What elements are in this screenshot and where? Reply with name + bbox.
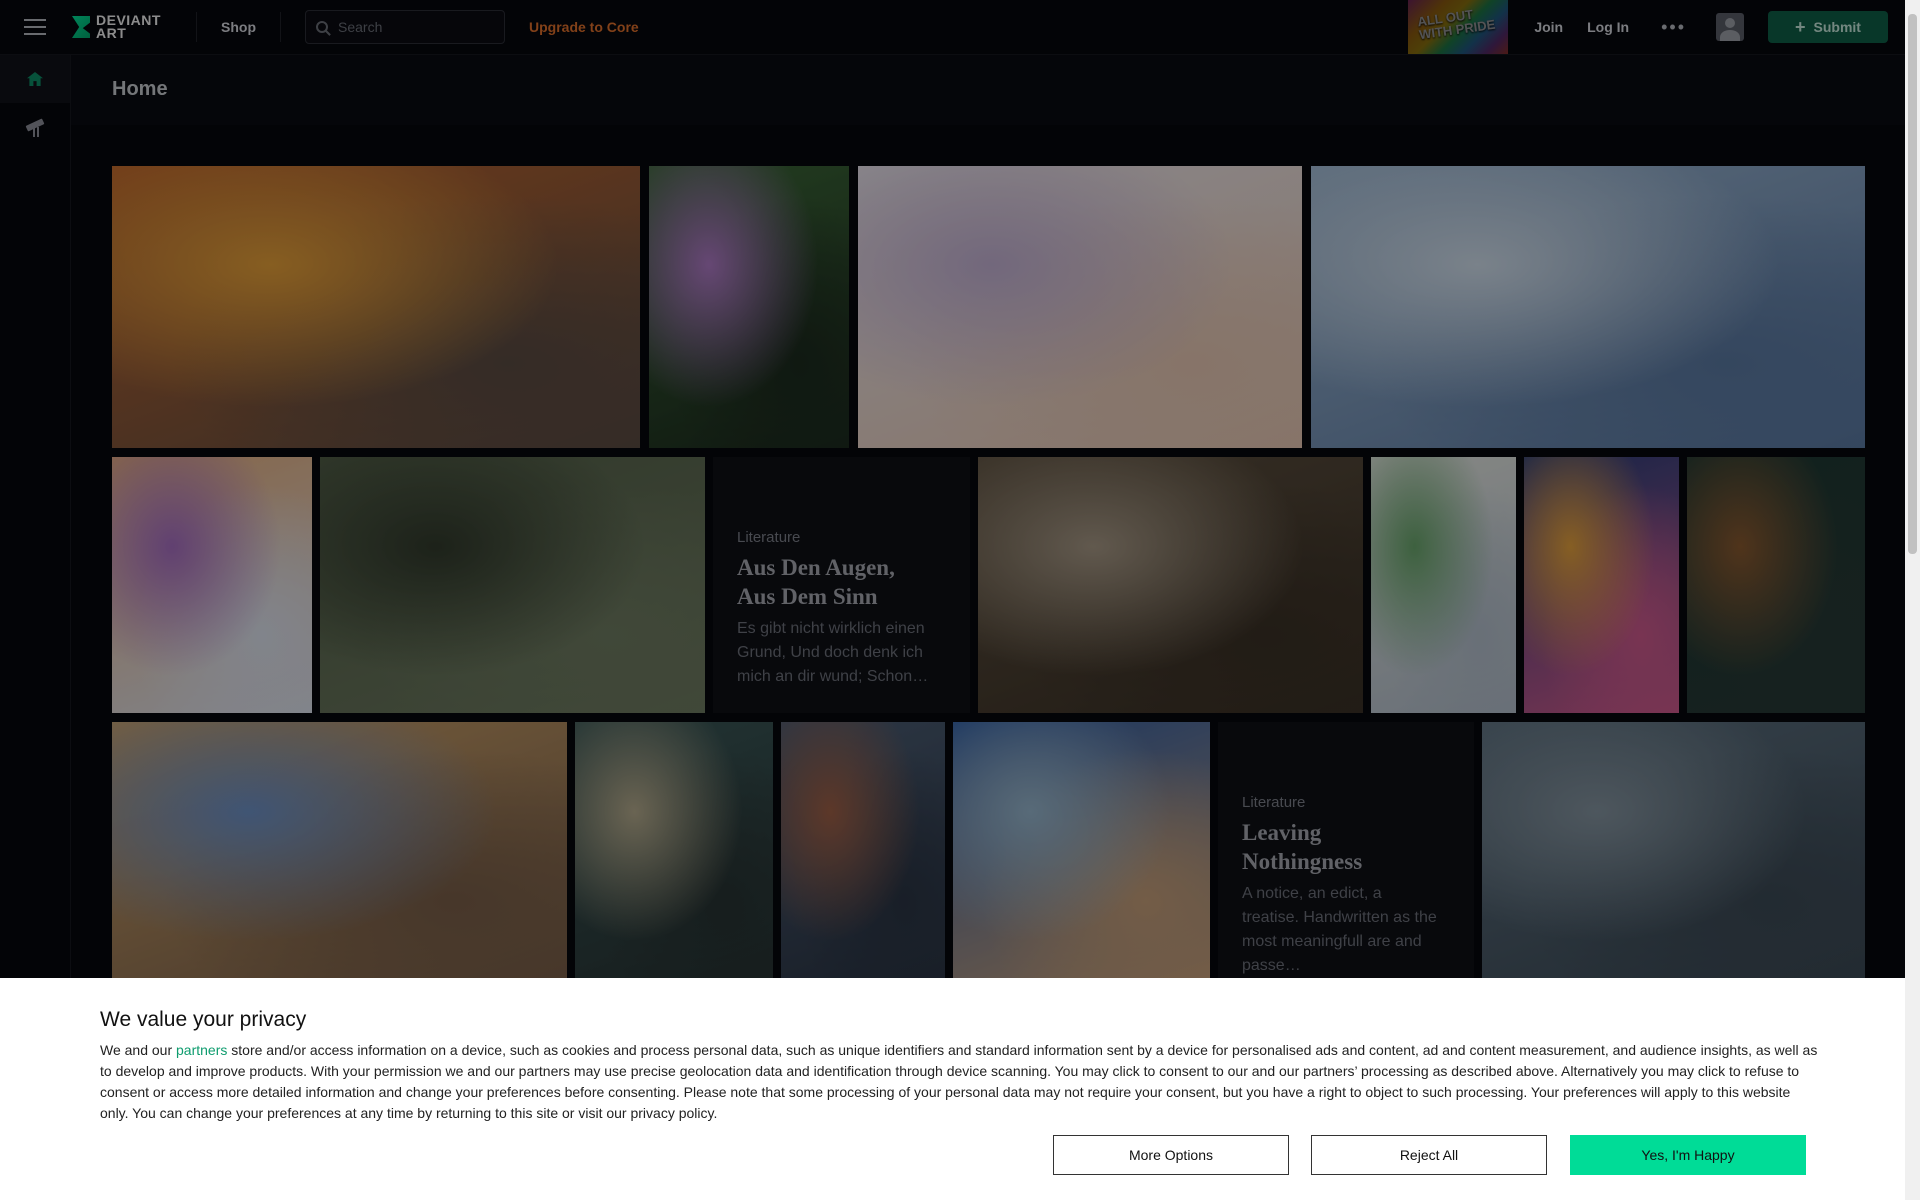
avatar-placeholder[interactable] (1716, 13, 1744, 41)
artwork-tile[interactable] (1524, 457, 1679, 713)
literature-card[interactable]: Literature Aus Den Augen, Aus Dem Sinn E… (713, 457, 970, 713)
accept-button[interactable]: Yes, I'm Happy (1570, 1135, 1806, 1175)
artwork-tile[interactable] (1482, 722, 1865, 978)
more-options-icon[interactable]: ••• (1641, 17, 1706, 38)
telescope-icon (24, 118, 46, 137)
literature-title: Aus Den Augen, Aus Dem Sinn (737, 555, 895, 609)
promo-text: ALL OUT WITH PRIDE (1416, 5, 1496, 43)
page-header: Home (71, 55, 1905, 125)
page-scrollbar[interactable] (1905, 0, 1920, 1200)
hamburger-icon (24, 26, 46, 28)
pride-promo-banner[interactable]: ALL OUT WITH PRIDE (1408, 0, 1508, 54)
menu-button[interactable] (0, 0, 70, 54)
artwork-tile[interactable] (1371, 457, 1516, 713)
literature-excerpt: Es gibt nicht wirklich einen Grund, Und … (737, 620, 929, 685)
page-title: Home (112, 78, 168, 100)
submit-label: Submit (1813, 19, 1861, 35)
artwork-tile[interactable] (320, 457, 705, 713)
literature-excerpt: A notice, an edict, a treatise. Handwrit… (1242, 885, 1437, 974)
join-link[interactable]: Join (1522, 19, 1575, 35)
literature-card[interactable]: Literature Leaving Nothingness A notice,… (1218, 722, 1474, 978)
search-box[interactable] (305, 10, 505, 44)
artwork-tile[interactable] (112, 457, 312, 713)
literature-category: Literature (737, 529, 801, 546)
partners-link[interactable]: partners (176, 1042, 227, 1058)
artwork-tile[interactable] (112, 722, 567, 978)
artwork-tile[interactable] (1687, 457, 1865, 713)
shop-link[interactable]: Shop (211, 19, 266, 35)
artwork-tile[interactable] (1311, 166, 1865, 448)
literature-title: Leaving Nothingness (1242, 820, 1363, 874)
search-input[interactable] (336, 18, 490, 36)
login-link[interactable]: Log In (1575, 19, 1641, 35)
scrollbar-thumb[interactable] (1908, 14, 1917, 554)
artwork-tile[interactable] (649, 166, 849, 448)
header-actions: Join Log In ••• + Submit (1522, 0, 1888, 54)
search-icon (316, 21, 328, 33)
home-icon (27, 72, 43, 86)
artwork-tile[interactable] (112, 166, 640, 448)
header-divider (196, 12, 197, 42)
logo-text: DEVIANT ART (96, 13, 161, 41)
header-divider (280, 12, 281, 42)
artwork-tile[interactable] (978, 457, 1363, 713)
upgrade-to-core-link[interactable]: Upgrade to Core (529, 19, 639, 35)
more-options-button[interactable]: More Options (1053, 1135, 1289, 1175)
artwork-tile[interactable] (575, 722, 773, 978)
submit-button[interactable]: + Submit (1768, 11, 1888, 43)
consent-text-start: We and our (100, 1042, 177, 1058)
consent-heading: We value your privacy (100, 1008, 307, 1031)
plus-icon: + (1795, 17, 1806, 37)
artwork-tile[interactable] (781, 722, 945, 978)
deviantart-logo[interactable]: DEVIANT ART (72, 13, 182, 41)
sidebar-item-discover[interactable] (0, 103, 70, 151)
deviantart-logo-icon (72, 16, 90, 38)
sidebar-item-home[interactable] (0, 55, 70, 103)
literature-category: Literature (1242, 794, 1306, 811)
reject-all-button[interactable]: Reject All (1311, 1135, 1547, 1175)
artwork-tile[interactable] (953, 722, 1210, 978)
privacy-consent-banner: We value your privacy We and our partner… (0, 978, 1905, 1200)
consent-text-rest: store and/or access information on a dev… (100, 1042, 1818, 1121)
logo-line-2: ART (96, 25, 127, 41)
artwork-tile[interactable] (858, 166, 1302, 448)
consent-text: We and our partners store and/or access … (100, 1040, 1820, 1124)
